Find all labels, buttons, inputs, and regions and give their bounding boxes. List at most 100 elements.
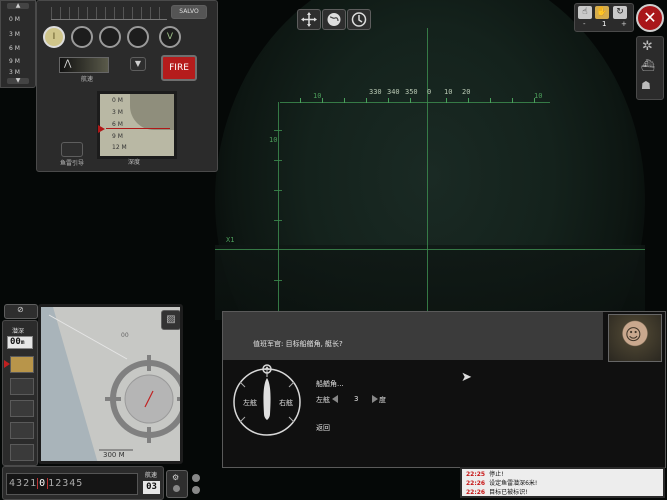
gauge-down-arrow[interactable]: ▼ xyxy=(7,78,29,84)
tube-slot-2[interactable] xyxy=(10,378,34,395)
increase-arrow-icon[interactable] xyxy=(372,395,378,403)
fire-label: FIRE xyxy=(169,63,189,73)
torpedo-mode-button[interactable]: ▼ xyxy=(130,57,146,71)
tube-dial-letter: V xyxy=(166,32,174,42)
map-toggle-button[interactable]: ⊘ xyxy=(4,304,38,319)
tube-dial-5[interactable]: V xyxy=(159,26,181,48)
left-depth-gauge: ▲ 0 M 3 M 6 M 9 M 3 M ▼ xyxy=(0,0,36,88)
angle-unit: 度 xyxy=(379,396,386,404)
time-compression-value: 1 xyxy=(602,20,607,28)
speed-label: 航速 xyxy=(81,76,94,83)
nav-map[interactable]: ▨ 00 300 M xyxy=(38,304,183,464)
ship-icon[interactable]: ⛴ xyxy=(641,59,655,72)
tube-selector-arrow xyxy=(4,360,10,368)
depth-column: 潜深 00m xyxy=(2,320,38,466)
gauge-up-arrow[interactable]: ▲ xyxy=(7,3,29,9)
side-option[interactable]: 左舷 xyxy=(316,395,330,405)
scale-label: 10 xyxy=(534,92,543,100)
scope-horizontal-scale-line xyxy=(280,102,550,103)
crew-icon[interactable]: ☗ xyxy=(641,79,651,92)
scale-label: 340 xyxy=(387,88,400,96)
close-button[interactable]: ✕ xyxy=(636,4,664,32)
torpedo-control-panel: SALVO I V ⋀ 航速 ▼ FIRE 0 M 3 M 6 M 9 M 12… xyxy=(36,0,218,172)
clock-icon xyxy=(351,12,367,27)
gauge-mark: 9 M xyxy=(9,58,20,65)
scale-tick xyxy=(512,98,513,103)
tube-slot-3[interactable] xyxy=(10,400,34,417)
reverse-speed[interactable]: 3 xyxy=(16,478,23,489)
map-corner-button[interactable]: ▨ xyxy=(161,310,180,330)
officer-speech: 值班军官: 目标船艏角, 艇长? xyxy=(253,340,343,348)
depth-line xyxy=(106,128,170,129)
decrease-arrow-icon[interactable] xyxy=(332,395,338,403)
globe-button[interactable] xyxy=(322,9,346,30)
forward-speed[interactable]: 5 xyxy=(76,478,83,489)
gauge-mark: 3 M xyxy=(9,31,20,38)
left-scale-label: 10 xyxy=(269,136,278,144)
telegraph-strip[interactable]: 4321 0 12345 xyxy=(6,473,138,495)
scale-tick xyxy=(468,98,469,103)
speed-sub-label: 航速 xyxy=(145,472,158,479)
depth-mark: 12 M xyxy=(112,144,127,151)
officer-portrait: ☺ xyxy=(608,314,662,362)
message-log[interactable]: 22:25 停止! 22:26 设定鱼雷潜深6米! 22:26 目标已被标识! xyxy=(460,467,665,498)
depth-unit: m xyxy=(20,339,25,346)
time-minus[interactable]: - xyxy=(583,20,586,28)
depth-value: 00 xyxy=(10,337,21,347)
crosshair-button[interactable] xyxy=(297,9,321,30)
salvo-button[interactable]: SALVO xyxy=(171,5,207,19)
time-compression-panel: ☝ ✋ ↻ - 1 + xyxy=(574,3,634,32)
scale-label: 10 xyxy=(444,88,453,96)
scale-label: 10 xyxy=(313,92,322,100)
torpedo-speed-selector[interactable]: ⋀ xyxy=(59,57,109,73)
speed-telegraph: 4321 0 12345 航速 03 xyxy=(2,466,164,500)
time-plus[interactable]: + xyxy=(621,20,627,28)
tube-slot-1[interactable] xyxy=(10,356,34,373)
reverse-speed[interactable]: 4 xyxy=(9,478,16,489)
sea-surface xyxy=(215,245,645,320)
tube-dial-2[interactable] xyxy=(71,26,93,48)
torpedo-guide-button[interactable] xyxy=(61,142,83,157)
dialog-prompt: 船艏角... xyxy=(316,380,344,388)
bow-angle-compass[interactable] xyxy=(229,364,305,440)
back-option[interactable]: 返回 xyxy=(316,423,330,433)
helm-wheel-icon[interactable]: ✲ xyxy=(642,39,653,54)
mouse-cursor-icon: ➤ xyxy=(461,370,472,385)
tube-dial-4[interactable] xyxy=(127,26,149,48)
depth-readout: 00m xyxy=(7,336,33,349)
depth-mark: 9 M xyxy=(112,133,123,140)
torpedo-depth-screen[interactable]: 0 M 3 M 6 M 9 M 12 M xyxy=(97,91,177,159)
scale-tick xyxy=(490,98,491,103)
fire-button[interactable]: FIRE xyxy=(161,55,197,81)
depth-mark: 3 M xyxy=(112,109,123,116)
depth-pointer-icon xyxy=(98,125,105,133)
stop-dot-icon[interactable] xyxy=(192,486,200,494)
scale-label: 350 xyxy=(405,88,418,96)
refresh-icon[interactable]: ↻ xyxy=(613,6,627,19)
log-entry: 22:26 设定鱼雷潜深6米! xyxy=(466,478,537,487)
stop-dot-icon[interactable] xyxy=(192,474,200,482)
scale-tick xyxy=(344,98,345,103)
map-toggle-icon: ⊘ xyxy=(17,305,24,314)
tube-slot-4[interactable] xyxy=(10,422,34,439)
current-speed[interactable]: 0 xyxy=(37,478,49,489)
log-time: 22:26 xyxy=(466,480,486,487)
engine-dot-icon xyxy=(173,485,180,492)
salvo-label: SALVO xyxy=(179,8,199,15)
gauge-mark: 0 M xyxy=(9,16,20,23)
tube-slot-5[interactable] xyxy=(10,444,34,461)
log-message: 设定鱼雷潜深6米! xyxy=(489,480,538,487)
depth-mark: 6 M xyxy=(112,121,123,128)
scale-tick xyxy=(300,98,301,103)
officer-avatar-icon: ☺ xyxy=(625,325,642,344)
clock-button[interactable] xyxy=(347,9,371,30)
torpedo-guide-label: 鱼雷引导 xyxy=(60,160,85,167)
scale-tick xyxy=(366,98,367,103)
scope-vertical-line xyxy=(427,28,428,318)
tube-dial-3[interactable] xyxy=(99,26,121,48)
tube-dial-1[interactable]: I xyxy=(43,26,65,48)
hand-mode-icon[interactable]: ✋ xyxy=(595,6,609,19)
pointer-mode-icon[interactable]: ☝ xyxy=(578,6,592,19)
engine-stop-button[interactable]: ⚙ xyxy=(166,470,188,498)
scale-tick xyxy=(274,280,282,281)
